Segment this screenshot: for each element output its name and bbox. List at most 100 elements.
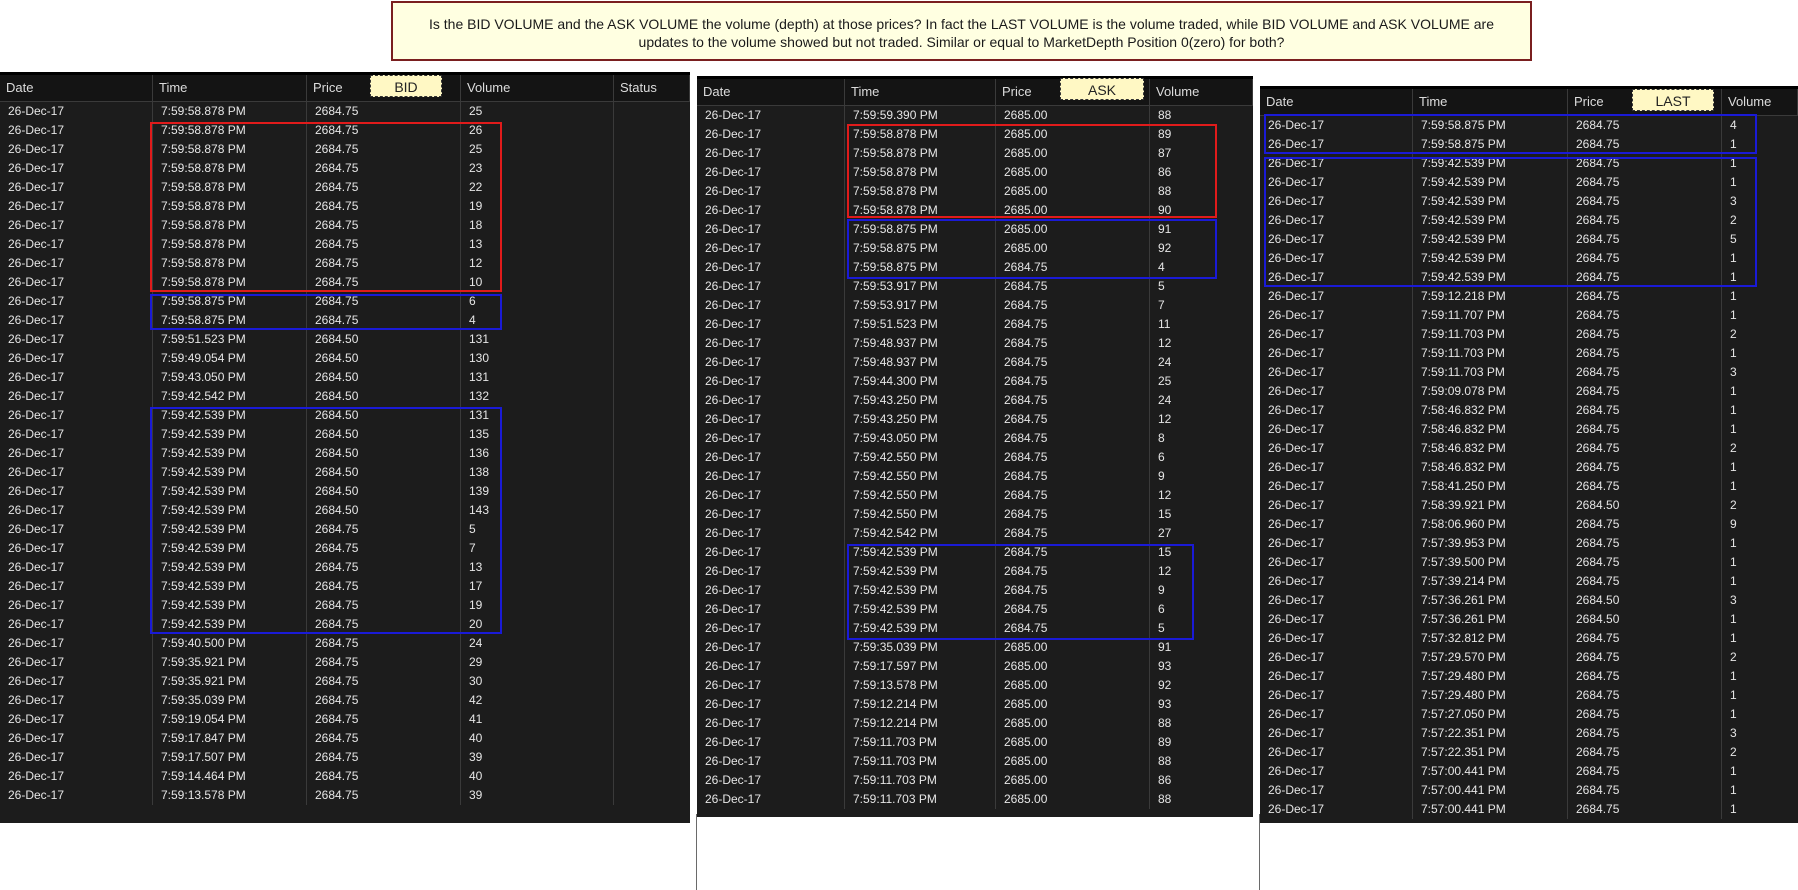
table-row[interactable]: 26-Dec-17 7:59:42.539 PM 2684.75 1: [1260, 173, 1798, 192]
table-row[interactable]: 26-Dec-17 7:59:58.878 PM 2685.00 88: [697, 182, 1253, 201]
table-row[interactable]: 26-Dec-17 7:59:42.539 PM 2684.75 9: [697, 581, 1253, 600]
table-row[interactable]: 26-Dec-17 7:59:58.878 PM 2685.00 89: [697, 125, 1253, 144]
table-row[interactable]: 26-Dec-17 7:57:00.441 PM 2684.75 1: [1260, 762, 1798, 781]
table-row[interactable]: 26-Dec-17 7:59:42.539 PM 2684.75 1: [1260, 249, 1798, 268]
table-row[interactable]: 26-Dec-17 7:59:58.875 PM 2684.75 6: [0, 292, 690, 311]
table-row[interactable]: 26-Dec-17 7:57:27.050 PM 2684.75 1: [1260, 705, 1798, 724]
table-row[interactable]: 26-Dec-17 7:58:06.960 PM 2684.75 9: [1260, 515, 1798, 534]
table-row[interactable]: 26-Dec-17 7:59:35.039 PM 2684.75 42: [0, 691, 690, 710]
table-row[interactable]: 26-Dec-17 7:59:53.917 PM 2684.75 5: [697, 277, 1253, 296]
table-row[interactable]: 26-Dec-17 7:59:42.542 PM 2684.50 132: [0, 387, 690, 406]
table-row[interactable]: 26-Dec-17 7:59:58.878 PM 2684.75 10: [0, 273, 690, 292]
table-row[interactable]: 26-Dec-17 7:57:36.261 PM 2684.50 1: [1260, 610, 1798, 629]
last-col-header-date[interactable]: Date: [1260, 89, 1413, 115]
table-row[interactable]: 26-Dec-17 7:59:44.300 PM 2684.75 25: [697, 372, 1253, 391]
table-row[interactable]: 26-Dec-17 7:58:39.921 PM 2684.50 2: [1260, 496, 1798, 515]
table-row[interactable]: 26-Dec-17 7:59:49.054 PM 2684.50 130: [0, 349, 690, 368]
table-row[interactable]: 26-Dec-17 7:59:58.878 PM 2685.00 90: [697, 201, 1253, 220]
table-row[interactable]: 26-Dec-17 7:59:42.539 PM 2684.75 17: [0, 577, 690, 596]
table-row[interactable]: 26-Dec-17 7:59:42.539 PM 2684.75 5: [697, 619, 1253, 638]
table-row[interactable]: 26-Dec-17 7:59:11.703 PM 2684.75 3: [1260, 363, 1798, 382]
table-row[interactable]: 26-Dec-17 7:57:00.441 PM 2684.75 1: [1260, 800, 1798, 819]
table-row[interactable]: 26-Dec-17 7:59:48.937 PM 2684.75 12: [697, 334, 1253, 353]
table-row[interactable]: 26-Dec-17 7:59:58.875 PM 2684.75 1: [1260, 135, 1798, 154]
table-row[interactable]: 26-Dec-17 7:59:42.539 PM 2684.75 2: [1260, 211, 1798, 230]
table-row[interactable]: 26-Dec-17 7:59:11.703 PM 2685.00 88: [697, 790, 1253, 809]
table-row[interactable]: 26-Dec-17 7:59:11.703 PM 2685.00 88: [697, 752, 1253, 771]
table-row[interactable]: 26-Dec-17 7:59:17.597 PM 2685.00 93: [697, 657, 1253, 676]
table-row[interactable]: 26-Dec-17 7:57:32.812 PM 2684.75 1: [1260, 629, 1798, 648]
table-row[interactable]: 26-Dec-17 7:59:58.878 PM 2684.75 26: [0, 121, 690, 140]
table-row[interactable]: 26-Dec-17 7:59:42.539 PM 2684.75 12: [697, 562, 1253, 581]
table-row[interactable]: 26-Dec-17 7:59:58.878 PM 2684.75 22: [0, 178, 690, 197]
table-row[interactable]: 26-Dec-17 7:59:48.937 PM 2684.75 24: [697, 353, 1253, 372]
bid-col-header-date[interactable]: Date: [0, 75, 153, 101]
table-row[interactable]: 26-Dec-17 7:59:17.847 PM 2684.75 40: [0, 729, 690, 748]
table-row[interactable]: 26-Dec-17 7:59:42.539 PM 2684.50 135: [0, 425, 690, 444]
table-row[interactable]: 26-Dec-17 7:59:42.550 PM 2684.75 12: [697, 486, 1253, 505]
table-row[interactable]: 26-Dec-17 7:59:42.550 PM 2684.75 9: [697, 467, 1253, 486]
table-row[interactable]: 26-Dec-17 7:59:11.703 PM 2684.75 1: [1260, 344, 1798, 363]
table-row[interactable]: 26-Dec-17 7:59:35.039 PM 2685.00 91: [697, 638, 1253, 657]
table-row[interactable]: 26-Dec-17 7:59:12.214 PM 2685.00 93: [697, 695, 1253, 714]
bid-col-header-volume[interactable]: Volume: [461, 75, 614, 101]
table-row[interactable]: 26-Dec-17 7:59:09.078 PM 2684.75 1: [1260, 382, 1798, 401]
table-row[interactable]: 26-Dec-17 7:59:42.539 PM 2684.75 5: [1260, 230, 1798, 249]
table-row[interactable]: 26-Dec-17 7:59:12.214 PM 2685.00 88: [697, 714, 1253, 733]
table-row[interactable]: 26-Dec-17 7:59:42.539 PM 2684.75 5: [0, 520, 690, 539]
ask-col-header-volume[interactable]: Volume: [1150, 79, 1253, 105]
table-row[interactable]: 26-Dec-17 7:57:22.351 PM 2684.75 2: [1260, 743, 1798, 762]
table-row[interactable]: 26-Dec-17 7:59:35.921 PM 2684.75 30: [0, 672, 690, 691]
table-row[interactable]: 26-Dec-17 7:59:42.539 PM 2684.50 136: [0, 444, 690, 463]
table-row[interactable]: 26-Dec-17 7:59:11.703 PM 2684.75 2: [1260, 325, 1798, 344]
table-row[interactable]: 26-Dec-17 7:59:58.875 PM 2684.75 4: [697, 258, 1253, 277]
table-row[interactable]: 26-Dec-17 7:59:42.539 PM 2684.75 6: [697, 600, 1253, 619]
table-row[interactable]: 26-Dec-17 7:57:29.480 PM 2684.75 1: [1260, 686, 1798, 705]
table-row[interactable]: 26-Dec-17 7:59:11.707 PM 2684.75 1: [1260, 306, 1798, 325]
ask-col-header-date[interactable]: Date: [697, 79, 845, 105]
table-row[interactable]: 26-Dec-17 7:59:42.539 PM 2684.75 3: [1260, 192, 1798, 211]
table-row[interactable]: 26-Dec-17 7:59:42.550 PM 2684.75 6: [697, 448, 1253, 467]
table-row[interactable]: 26-Dec-17 7:59:58.878 PM 2685.00 86: [697, 163, 1253, 182]
table-row[interactable]: 26-Dec-17 7:59:42.539 PM 2684.50 131: [0, 406, 690, 425]
table-row[interactable]: 26-Dec-17 7:57:29.480 PM 2684.75 1: [1260, 667, 1798, 686]
table-row[interactable]: 26-Dec-17 7:59:40.500 PM 2684.75 24: [0, 634, 690, 653]
table-row[interactable]: 26-Dec-17 7:59:43.050 PM 2684.75 8: [697, 429, 1253, 448]
table-row[interactable]: 26-Dec-17 7:59:58.878 PM 2684.75 13: [0, 235, 690, 254]
table-row[interactable]: 26-Dec-17 7:59:42.539 PM 2684.50 139: [0, 482, 690, 501]
ask-col-header-time[interactable]: Time: [845, 79, 996, 105]
table-row[interactable]: 26-Dec-17 7:59:42.539 PM 2684.75 15: [697, 543, 1253, 562]
table-row[interactable]: 26-Dec-17 7:59:42.539 PM 2684.50 143: [0, 501, 690, 520]
table-row[interactable]: 26-Dec-17 7:59:59.390 PM 2685.00 88: [697, 106, 1253, 125]
table-row[interactable]: 26-Dec-17 7:59:58.875 PM 2685.00 92: [697, 239, 1253, 258]
table-row[interactable]: 26-Dec-17 7:57:36.261 PM 2684.50 3: [1260, 591, 1798, 610]
table-row[interactable]: 26-Dec-17 7:59:58.875 PM 2684.75 4: [1260, 116, 1798, 135]
table-row[interactable]: 26-Dec-17 7:58:46.832 PM 2684.75 1: [1260, 458, 1798, 477]
table-row[interactable]: 26-Dec-17 7:58:46.832 PM 2684.75 1: [1260, 420, 1798, 439]
table-row[interactable]: 26-Dec-17 7:59:42.539 PM 2684.50 138: [0, 463, 690, 482]
table-row[interactable]: 26-Dec-17 7:59:14.464 PM 2684.75 40: [0, 767, 690, 786]
table-row[interactable]: 26-Dec-17 7:57:29.570 PM 2684.75 2: [1260, 648, 1798, 667]
table-row[interactable]: 26-Dec-17 7:59:13.578 PM 2684.75 39: [0, 786, 690, 805]
last-col-header-volume[interactable]: Volume: [1722, 89, 1798, 115]
table-row[interactable]: 26-Dec-17 7:57:39.500 PM 2684.75 1: [1260, 553, 1798, 572]
table-row[interactable]: 26-Dec-17 7:59:58.878 PM 2684.75 25: [0, 102, 690, 121]
table-row[interactable]: 26-Dec-17 7:59:42.542 PM 2684.75 27: [697, 524, 1253, 543]
table-row[interactable]: 26-Dec-17 7:59:42.539 PM 2684.75 19: [0, 596, 690, 615]
table-row[interactable]: 26-Dec-17 7:59:19.054 PM 2684.75 41: [0, 710, 690, 729]
table-row[interactable]: 26-Dec-17 7:59:58.878 PM 2684.75 19: [0, 197, 690, 216]
table-row[interactable]: 26-Dec-17 7:59:42.539 PM 2684.75 1: [1260, 154, 1798, 173]
table-row[interactable]: 26-Dec-17 7:59:42.539 PM 2684.75 7: [0, 539, 690, 558]
table-row[interactable]: 26-Dec-17 7:59:43.050 PM 2684.50 131: [0, 368, 690, 387]
table-row[interactable]: 26-Dec-17 7:59:11.703 PM 2685.00 86: [697, 771, 1253, 790]
table-row[interactable]: 26-Dec-17 7:57:22.351 PM 2684.75 3: [1260, 724, 1798, 743]
table-row[interactable]: 26-Dec-17 7:59:13.578 PM 2685.00 92: [697, 676, 1253, 695]
last-col-header-time[interactable]: Time: [1413, 89, 1568, 115]
table-row[interactable]: 26-Dec-17 7:59:53.917 PM 2684.75 7: [697, 296, 1253, 315]
table-row[interactable]: 26-Dec-17 7:59:51.523 PM 2684.75 11: [697, 315, 1253, 334]
table-row[interactable]: 26-Dec-17 7:59:43.250 PM 2684.75 12: [697, 410, 1253, 429]
table-row[interactable]: 26-Dec-17 7:57:39.953 PM 2684.75 1: [1260, 534, 1798, 553]
table-row[interactable]: 26-Dec-17 7:59:42.550 PM 2684.75 15: [697, 505, 1253, 524]
table-row[interactable]: 26-Dec-17 7:58:41.250 PM 2684.75 1: [1260, 477, 1798, 496]
table-row[interactable]: 26-Dec-17 7:59:58.875 PM 2684.75 4: [0, 311, 690, 330]
